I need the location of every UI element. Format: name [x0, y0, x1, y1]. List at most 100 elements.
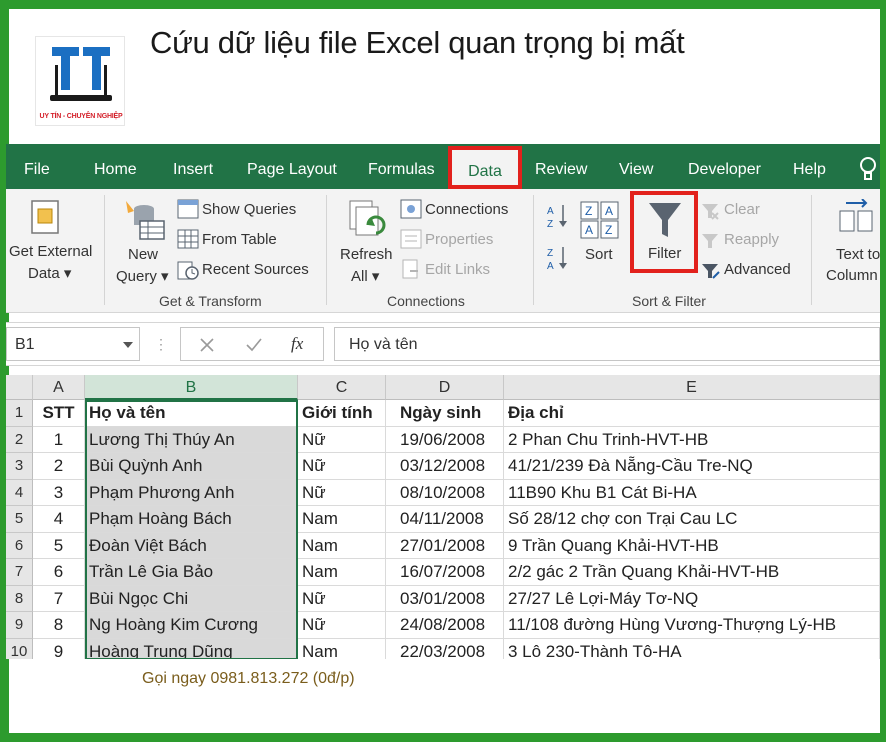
recent-sources-button[interactable]: Recent Sources	[202, 261, 309, 278]
lightbulb-icon[interactable]	[858, 156, 878, 182]
table-row-cell[interactable]: Lương Thị Thúy An	[85, 426, 298, 453]
new-query-dropdown[interactable]: Query ▾	[116, 267, 169, 285]
refresh-all-label[interactable]: Refresh	[340, 246, 393, 263]
row-header[interactable]: 10	[6, 638, 33, 659]
table-row-cell[interactable]: 11/108 đường Hùng Vương-Thượng Lý-HB	[504, 612, 880, 639]
row-header[interactable]: 7	[6, 559, 33, 586]
tab-insert[interactable]: Insert	[173, 144, 213, 189]
header-cell-name[interactable]: Họ và tên	[85, 400, 298, 427]
table-row-cell[interactable]: Nữ	[298, 426, 386, 453]
table-row-cell[interactable]: 1	[33, 426, 85, 453]
properties-button[interactable]: Properties	[425, 231, 493, 248]
reapply-button[interactable]: Reapply	[724, 231, 779, 248]
filter-button[interactable]: Filter	[630, 191, 698, 273]
table-row-cell[interactable]: 3	[33, 479, 85, 506]
table-row-cell[interactable]: Hoàng Trung Dũng	[85, 638, 298, 659]
header-cell-gender[interactable]: Giới tính	[298, 400, 386, 427]
chevron-down-icon[interactable]	[123, 342, 133, 348]
table-row-cell[interactable]: 03/01/2008	[386, 585, 504, 612]
sort-button[interactable]: Sort	[585, 246, 613, 263]
table-row-cell[interactable]: 41/21/239 Đà Nẵng-Cầu Tre-NQ	[504, 453, 880, 480]
table-row-cell[interactable]: 24/08/2008	[386, 612, 504, 639]
connections-button[interactable]: Connections	[425, 201, 508, 218]
get-external-data-label[interactable]: Get External	[9, 243, 92, 260]
new-query-label[interactable]: New	[128, 246, 158, 263]
advanced-button[interactable]: Advanced	[724, 261, 791, 278]
table-row-cell[interactable]: Nữ	[298, 479, 386, 506]
table-row-cell[interactable]: Nữ	[298, 612, 386, 639]
table-row-cell[interactable]: 9	[33, 638, 85, 659]
table-row-cell[interactable]: 19/06/2008	[386, 426, 504, 453]
table-row-cell[interactable]: Nam	[298, 638, 386, 659]
table-row-cell[interactable]: Nam	[298, 506, 386, 533]
table-row-cell[interactable]: 2	[33, 453, 85, 480]
enter-check-icon[interactable]	[245, 337, 263, 353]
sort-descending-icon[interactable]: Z A	[546, 245, 570, 271]
table-row-cell[interactable]: 27/27 Lê Lợi-Máy Tơ-NQ	[504, 585, 880, 612]
select-all-corner[interactable]	[6, 375, 33, 400]
tab-formulas[interactable]: Formulas	[368, 144, 435, 189]
table-row-cell[interactable]: 03/12/2008	[386, 453, 504, 480]
column-header-c[interactable]: C	[298, 375, 386, 400]
table-row-cell[interactable]: 27/01/2008	[386, 532, 504, 559]
header-cell-birthdate[interactable]: Ngày sinh	[386, 400, 504, 427]
table-row-cell[interactable]: Bùi Ngọc Chi	[85, 585, 298, 612]
row-header[interactable]: 1	[6, 400, 33, 427]
table-row-cell[interactable]: 11B90 Khu B1 Cát Bi-HA	[504, 479, 880, 506]
tab-data[interactable]: Data	[448, 146, 522, 189]
table-row-cell[interactable]: 08/10/2008	[386, 479, 504, 506]
table-row-cell[interactable]: 22/03/2008	[386, 638, 504, 659]
refresh-all-dropdown[interactable]: All ▾	[351, 267, 379, 285]
clear-button[interactable]: Clear	[724, 201, 760, 218]
tab-help[interactable]: Help	[793, 144, 826, 189]
table-row-cell[interactable]: 2 Phan Chu Trinh-HVT-HB	[504, 426, 880, 453]
tab-view[interactable]: View	[619, 144, 653, 189]
table-row-cell[interactable]: Đoàn Việt Bách	[85, 532, 298, 559]
table-row-cell[interactable]: Trần Lê Gia Bảo	[85, 559, 298, 586]
table-row-cell[interactable]: Bùi Quỳnh Anh	[85, 453, 298, 480]
formula-input[interactable]: Họ và tên	[334, 327, 880, 361]
sort-ascending-icon[interactable]: A Z	[546, 203, 570, 229]
table-row-cell[interactable]: 7	[33, 585, 85, 612]
tab-file[interactable]: File	[24, 144, 50, 189]
table-row-cell[interactable]: Nam	[298, 532, 386, 559]
table-row-cell[interactable]: 8	[33, 612, 85, 639]
row-header[interactable]: 9	[6, 612, 33, 639]
table-row-cell[interactable]: 6	[33, 559, 85, 586]
header-cell-address[interactable]: Địa chỉ	[504, 400, 880, 427]
get-external-data-dropdown[interactable]: Data ▾	[28, 264, 71, 282]
text-to-columns-label[interactable]: Text to	[836, 246, 880, 263]
column-header-d[interactable]: D	[386, 375, 504, 400]
table-row-cell[interactable]: 4	[33, 506, 85, 533]
insert-function-icon[interactable]: fx	[291, 334, 303, 354]
row-header[interactable]: 4	[6, 479, 33, 506]
table-row-cell[interactable]: 5	[33, 532, 85, 559]
tab-home[interactable]: Home	[94, 144, 137, 189]
table-row-cell[interactable]: 3 Lô 230-Thành Tô-HA	[504, 638, 880, 659]
table-row-cell[interactable]: Phạm Phương Anh	[85, 479, 298, 506]
from-table-button[interactable]: From Table	[202, 231, 277, 248]
show-queries-button[interactable]: Show Queries	[202, 201, 296, 218]
row-header[interactable]: 8	[6, 585, 33, 612]
table-row-cell[interactable]: Nam	[298, 559, 386, 586]
table-row-cell[interactable]: 04/11/2008	[386, 506, 504, 533]
table-row-cell[interactable]: Phạm Hoàng Bách	[85, 506, 298, 533]
cancel-icon[interactable]	[199, 337, 215, 353]
table-row-cell[interactable]: Số 28/12 chợ con Trại Cau LC	[504, 506, 880, 533]
header-cell-stt[interactable]: STT	[33, 400, 85, 427]
row-header[interactable]: 3	[6, 453, 33, 480]
tab-review[interactable]: Review	[535, 144, 587, 189]
table-row-cell[interactable]: 9 Trần Quang Khải-HVT-HB	[504, 532, 880, 559]
row-header[interactable]: 2	[6, 426, 33, 453]
table-row-cell[interactable]: Nữ	[298, 585, 386, 612]
row-header[interactable]: 6	[6, 532, 33, 559]
tab-page-layout[interactable]: Page Layout	[247, 144, 337, 189]
tab-developer[interactable]: Developer	[688, 144, 761, 189]
row-header[interactable]: 5	[6, 506, 33, 533]
table-row-cell[interactable]: Nữ	[298, 453, 386, 480]
column-header-b[interactable]: B	[85, 375, 298, 400]
column-header-a[interactable]: A	[33, 375, 85, 400]
table-row-cell[interactable]: 16/07/2008	[386, 559, 504, 586]
edit-links-button[interactable]: Edit Links	[425, 261, 490, 278]
column-header-e[interactable]: E	[504, 375, 880, 400]
